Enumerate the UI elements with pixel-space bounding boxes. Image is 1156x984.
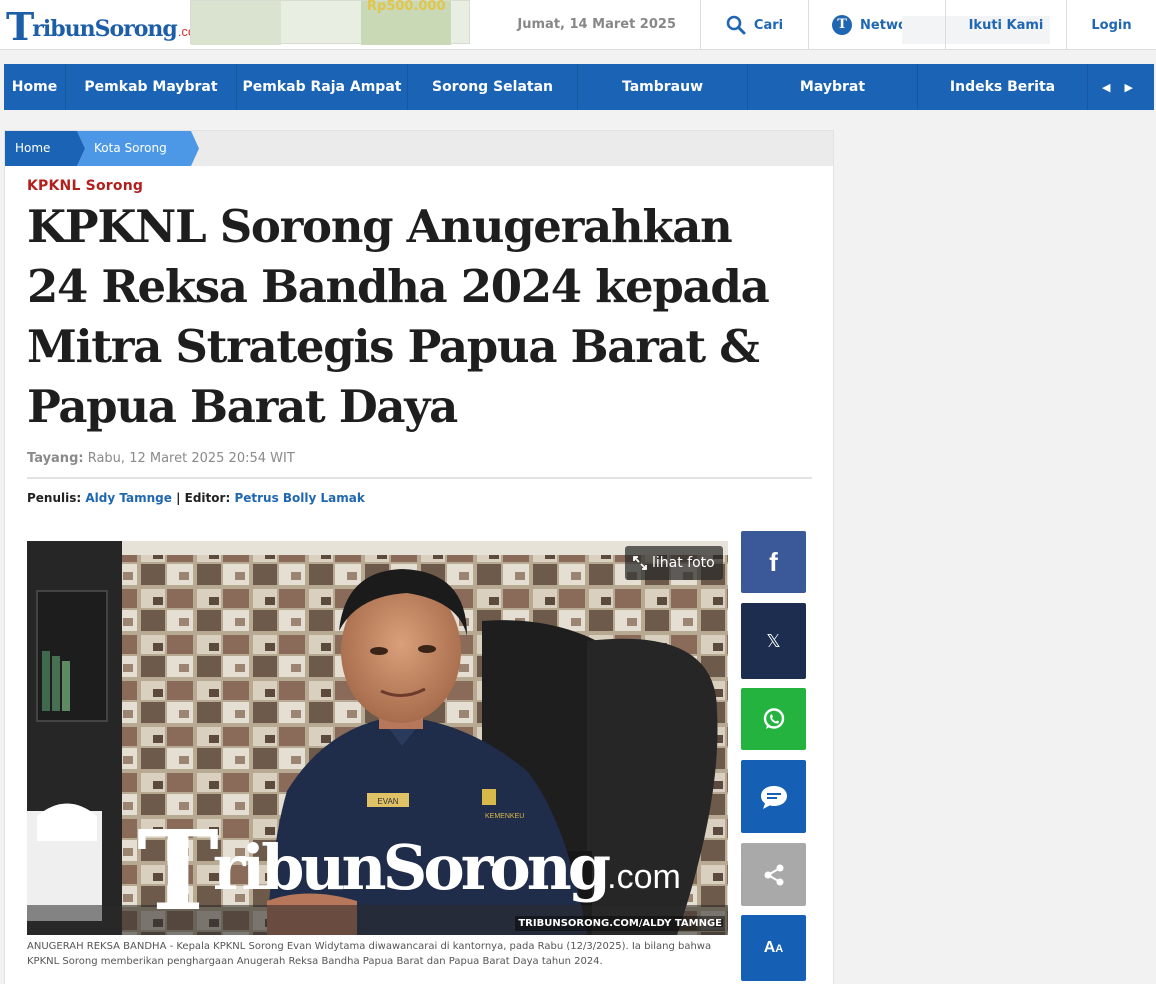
nav-next-icon[interactable]: ▶ (1124, 81, 1132, 94)
nav-prev-icon[interactable]: ◀ (1102, 81, 1110, 94)
login-button[interactable]: Login (1066, 0, 1156, 50)
font-size-icon: AA (764, 939, 784, 957)
share-more-button[interactable] (741, 843, 806, 906)
article-kicker[interactable]: KPKNL Sorong (27, 178, 143, 194)
watermark-letter: T (137, 806, 219, 935)
share-icon (764, 864, 783, 885)
main-nav: Home Pemkab Maybrat Pemkab Raja Ampat So… (4, 64, 1154, 110)
share-facebook-button[interactable]: f (741, 531, 806, 593)
search-label: Cari (753, 17, 784, 33)
watermark-suffix: .com (607, 858, 681, 896)
follow-button[interactable]: Ikuti Kami (945, 0, 1066, 50)
comment-button[interactable] (741, 760, 806, 833)
ad-image-left (191, 1, 281, 45)
follow-label: Ikuti Kami (968, 17, 1044, 33)
whatsapp-icon (763, 708, 784, 729)
photo-watermark: T ribunSorong .com (137, 803, 681, 935)
publish-label: Tayang: (27, 451, 84, 466)
nav-scroll-controls: ◀ ▶ (1088, 64, 1133, 110)
x-icon: 𝕏 (766, 630, 781, 652)
ad-text: Rp500.000 (367, 0, 446, 14)
expand-icon (633, 556, 647, 570)
site-logo[interactable]: T ribunSorong .com (6, 6, 206, 46)
article-authors: Penulis: Aldy Tamnge | Editor: Petrus Bo… (27, 491, 365, 505)
photo-caption: ANUGERAH REKSA BANDHA - Kepala KPKNL Sor… (27, 941, 712, 967)
writer-link[interactable]: Aldy Tamnge (85, 491, 172, 505)
nav-item-maybrat[interactable]: Maybrat (748, 64, 918, 110)
search-icon (726, 15, 746, 35)
search-button[interactable]: Cari (700, 0, 808, 50)
writer-label: Penulis: (27, 491, 82, 505)
logo-letter: T (6, 4, 34, 49)
view-photo-button[interactable]: lihat foto (625, 546, 723, 580)
view-photo-label: lihat foto (652, 555, 715, 571)
nav-item-pemkab-maybrat[interactable]: Pemkab Maybrat (66, 64, 237, 110)
font-size-glyph-small: A (775, 943, 784, 955)
nav-item-sorong-selatan[interactable]: Sorong Selatan (408, 64, 578, 110)
share-x-button[interactable]: 𝕏 (741, 603, 806, 679)
article-title: KPKNL Sorong Anugerahkan 24 Reksa Bandha… (27, 200, 770, 433)
photo-credit: TRIBUNSORONG.COM/ALDY TAMNGE (515, 916, 725, 931)
network-icon: T (832, 15, 853, 35)
logo-text: ribunSorong (32, 16, 178, 42)
article-card: Home Kota Sorong KPKNL Sorong KPKNL Soro… (4, 130, 834, 984)
ad-image-right: Rp500.000 (361, 0, 451, 45)
nav-item-indeks-berita[interactable]: Indeks Berita (918, 64, 1088, 110)
breadcrumb-home[interactable]: Home (5, 131, 85, 166)
editor-link[interactable]: Petrus Bolly Lamak (234, 491, 364, 505)
facebook-icon: f (769, 546, 778, 577)
author-separator: | (176, 491, 185, 505)
publish-date: Rabu, 12 Maret 2025 20:54 WIT (87, 451, 295, 466)
watermark-text: ribunSorong (212, 831, 611, 904)
meta-divider (27, 477, 812, 479)
breadcrumb: Home Kota Sorong (5, 131, 833, 166)
article-photo[interactable]: EVAN KEMENKEU lihat foto T ribunSorong .… (27, 541, 728, 935)
nav-item-tambrauw[interactable]: Tambrauw (578, 64, 748, 110)
breadcrumb-category[interactable]: Kota Sorong (77, 131, 199, 166)
font-size-button[interactable]: AA (741, 915, 806, 981)
editor-label: Editor: (184, 491, 231, 505)
nav-item-home[interactable]: Home (4, 64, 66, 110)
comment-icon (760, 785, 787, 809)
header-ad-banner[interactable]: Rp500.000 (190, 0, 470, 45)
header-date: Jumat, 14 Maret 2025 (517, 17, 676, 32)
share-whatsapp-button[interactable] (741, 688, 806, 750)
font-size-glyph-large: A (763, 939, 776, 956)
login-label: Login (1091, 17, 1132, 33)
site-header: T ribunSorong .com Rp500.000 Jumat, 14 M… (0, 0, 1156, 50)
article-publish-info: Tayang: Rabu, 12 Maret 2025 20:54 WIT (27, 451, 295, 466)
nav-item-pemkab-raja-ampat[interactable]: Pemkab Raja Ampat (237, 64, 408, 110)
